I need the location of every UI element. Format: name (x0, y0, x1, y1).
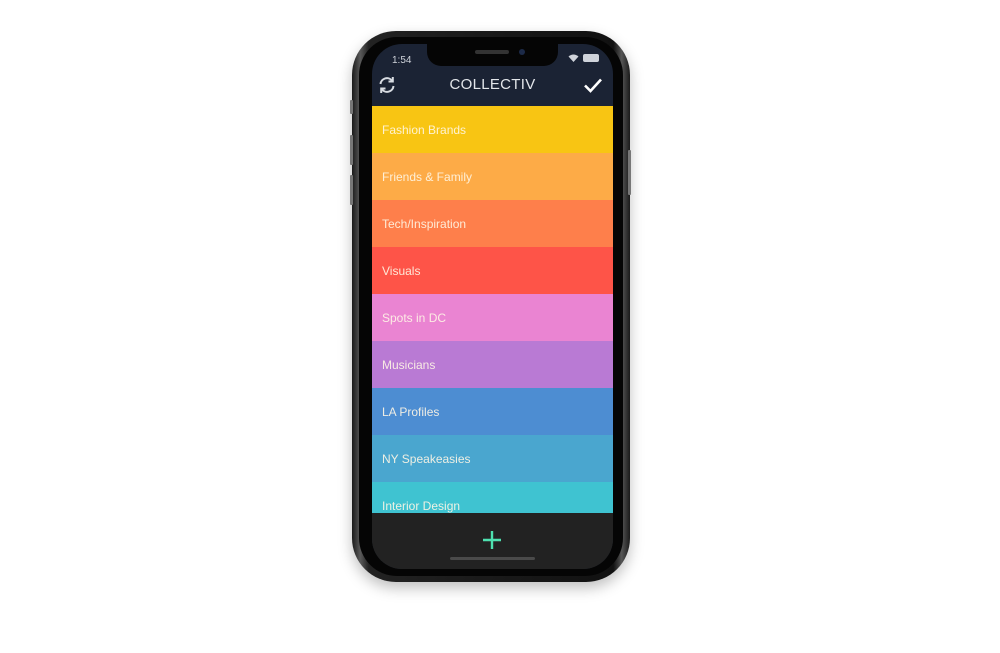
notch (427, 44, 558, 66)
app-screen: 1:54 COLLECTIV Fashion Brands Friends & F… (372, 44, 613, 569)
collection-item[interactable]: NY Speakeasies (372, 435, 613, 482)
status-time: 1:54 (392, 55, 412, 66)
system-icons (568, 54, 599, 62)
volume-down-button (350, 175, 353, 205)
collection-label: Tech/Inspiration (382, 217, 467, 231)
home-indicator[interactable] (450, 557, 535, 560)
bottom-bar (372, 513, 613, 569)
collection-label: Spots in DC (382, 311, 447, 325)
collection-label: Fashion Brands (382, 123, 467, 137)
collection-item[interactable]: Tech/Inspiration (372, 200, 613, 247)
collection-item[interactable]: Visuals (372, 247, 613, 294)
mute-switch (350, 100, 353, 114)
app-header: COLLECTIV (372, 72, 613, 105)
collection-label: LA Profiles (382, 405, 440, 419)
collection-item[interactable]: LA Profiles (372, 388, 613, 435)
collection-item[interactable]: Spots in DC (372, 294, 613, 341)
status-bar: 1:54 (372, 44, 613, 72)
battery-icon (583, 54, 599, 62)
collection-item[interactable]: Musicians (372, 341, 613, 388)
collection-label: Musicians (382, 358, 436, 372)
plus-icon[interactable] (481, 529, 503, 551)
collection-list: Fashion Brands Friends & Family Tech/Inspi… (372, 106, 613, 529)
wifi-icon (568, 54, 579, 62)
app-title: COLLECTIV (449, 76, 536, 93)
collection-label: Friends & Family (382, 170, 473, 184)
collection-label: NY Speakeasies (382, 452, 471, 466)
camera (519, 49, 525, 55)
collection-item[interactable]: Fashion Brands (372, 106, 613, 153)
volume-up-button (350, 135, 353, 165)
checkmark-icon[interactable] (583, 75, 603, 95)
collection-item[interactable]: Friends & Family (372, 153, 613, 200)
speaker (475, 50, 509, 54)
collection-label: Visuals (382, 264, 421, 278)
collection-label: Interior Design (382, 499, 461, 513)
power-button (628, 150, 631, 195)
